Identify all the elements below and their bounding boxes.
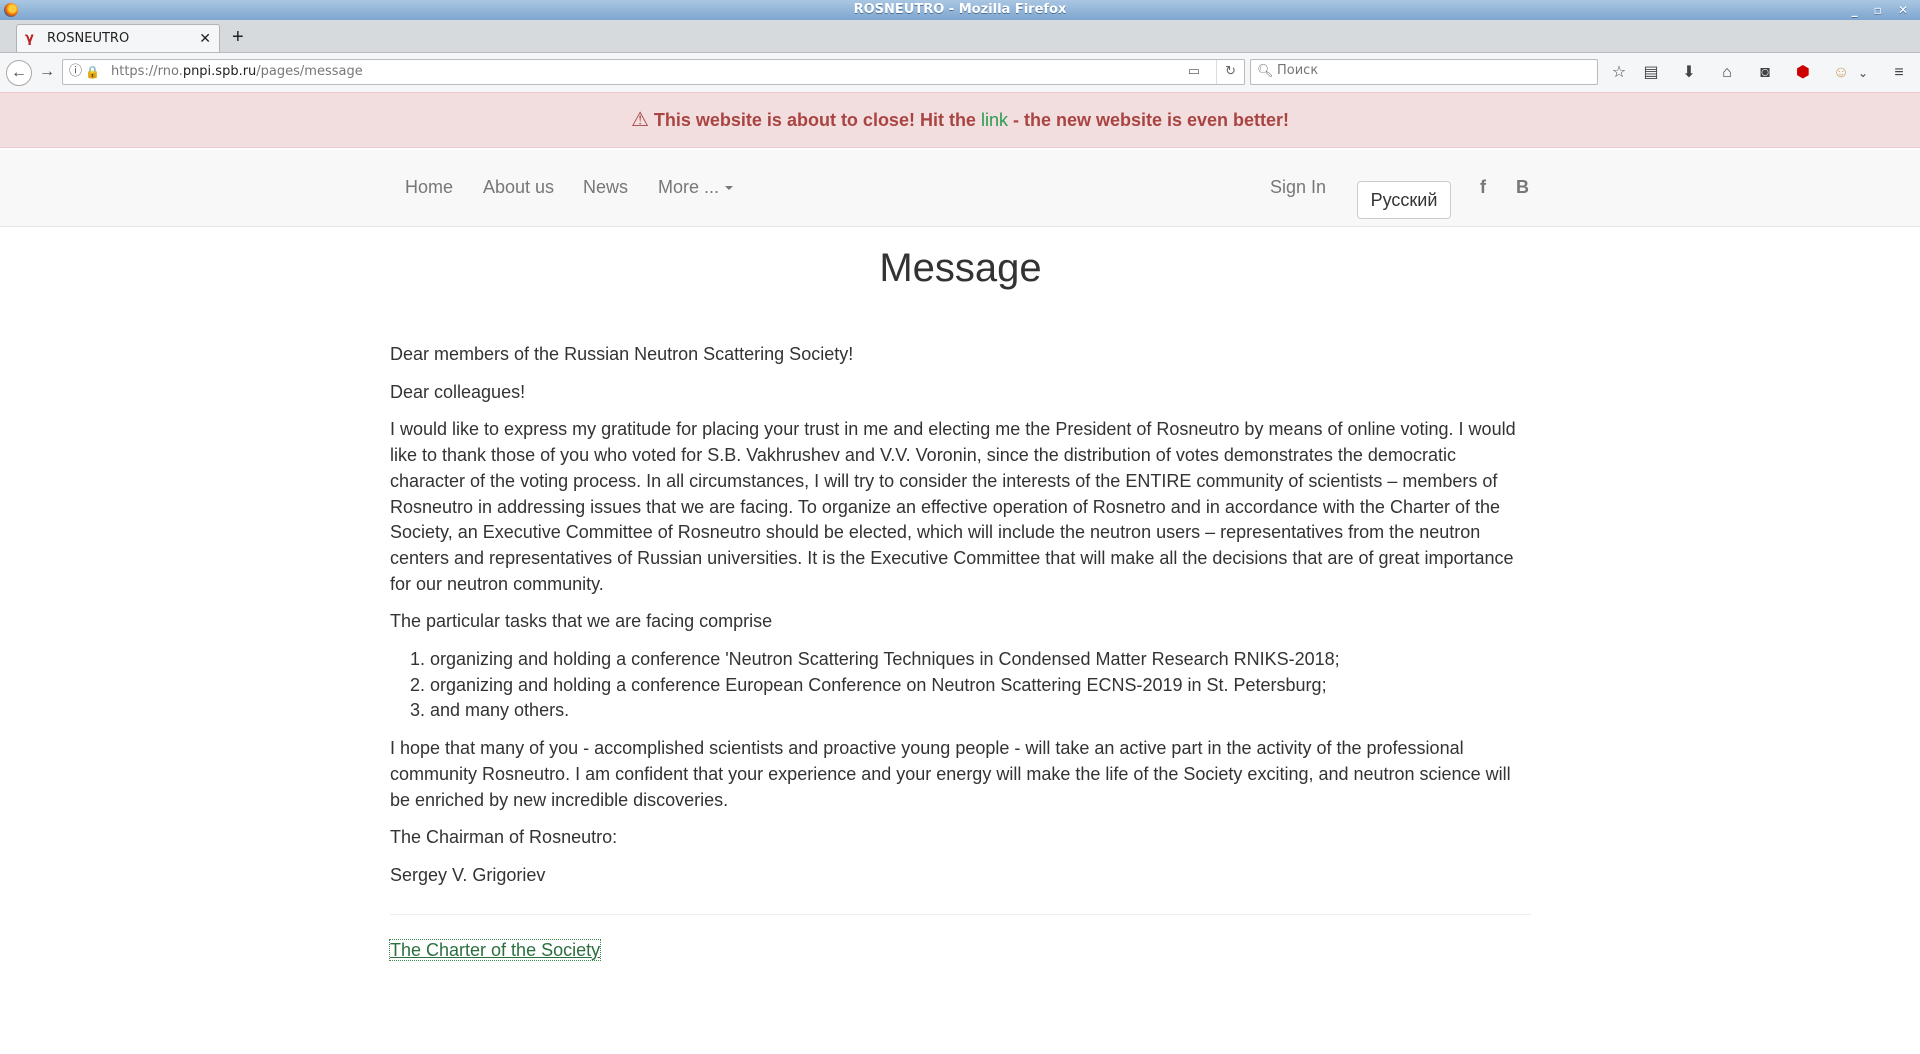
lock-icon[interactable]: 🔒 [85,60,100,84]
reload-icon[interactable]: ↻ [1216,60,1236,84]
nav-about-us[interactable]: About us [483,138,554,237]
nav-more-dropdown[interactable]: More ... [658,138,734,237]
reader-view-icon[interactable]: ▭ [1188,60,1200,84]
new-website-link[interactable]: link [981,110,1008,130]
back-button[interactable]: ← [6,60,32,86]
caret-down-icon [725,186,734,191]
facebook-icon[interactable]: f [1480,138,1486,237]
url-bar[interactable]: ⓘ 🔒 https://rno.pnpi.spb.ru/pages/messag… [62,59,1245,85]
message-paragraph-1: I would like to express my gratitude for… [390,419,1516,594]
search-input[interactable] [1275,62,1579,79]
browser-tab[interactable]: γ ROSNEUTRO ✕ [16,24,220,52]
close-tab-icon[interactable]: ✕ [199,25,211,53]
site-navbar: Home About us News More ... Sign In Русс… [0,150,1920,227]
main-content: Message Dear members of the Russian Neut… [388,226,1531,961]
tasks-intro: The particular tasks that we are facing … [390,611,773,632]
alert-text-before: This website is about to close! Hit the [653,110,981,130]
tasks-list: organizing and holding a conference 'Neu… [390,647,1531,724]
site-favicon-icon: γ [25,31,34,46]
tab-strip: γ ROSNEUTRO ✕ + [0,20,1920,53]
window-controls[interactable]: _ ▫ ✕ [1851,0,1914,20]
nav-home[interactable]: Home [405,138,453,237]
list-item: organizing and holding a conference Euro… [430,673,1531,699]
sign-in-link[interactable]: Sign In [1270,138,1326,237]
new-tab-button[interactable]: + [232,24,244,50]
message-paragraph-2: I hope that many of you - accomplished s… [390,738,1511,810]
info-icon[interactable]: ⓘ [69,60,82,84]
nav-news[interactable]: News [583,138,628,237]
greeting-colleagues: Dear colleagues! [390,381,526,402]
tab-title: ROSNEUTRO [47,31,130,46]
home-icon[interactable]: ⌂ [1716,62,1738,84]
closing-alert-banner: ⚠ This website is about to close! Hit th… [0,92,1920,148]
search-bar[interactable]: 🔍︎ [1250,59,1598,85]
alert-text-after: - the new website is even better! [1007,110,1290,130]
list-item: organizing and holding a conference 'Neu… [430,647,1531,673]
forward-button[interactable]: → [36,61,58,83]
bookmark-star-icon[interactable]: ☆ [1608,62,1630,84]
downloads-icon[interactable]: ⬇ [1678,62,1700,84]
pocket-icon[interactable]: ◙ [1754,62,1776,84]
url-text[interactable]: https://rno.pnpi.spb.ru/pages/message [111,60,363,84]
chevron-down-icon[interactable]: ⌄ [1852,62,1874,84]
charter-link[interactable]: The Charter of the Society [388,938,602,961]
warning-icon: ⚠ [630,109,649,131]
signature-role: The Chairman of Rosneutro: [390,827,618,848]
search-icon: 🔍︎ [1257,64,1274,79]
ublock-icon[interactable]: ⬢ [1792,62,1814,84]
window-titlebar: ROSNEUTRO - Mozilla Firefox _ ▫ ✕ [0,0,1920,20]
window-title: ROSNEUTRO - Mozilla Firefox [853,2,1067,17]
signature-name: Sergey V. Grigoriev [390,864,546,885]
nav-more-label: More ... [658,177,720,197]
language-button[interactable]: Русский [1357,181,1451,219]
extension-icon[interactable]: ☺ [1830,62,1852,84]
page-title: Message [879,246,1042,290]
list-item: and many others. [430,698,1531,724]
navigation-toolbar: ← → ⓘ 🔒 https://rno.pnpi.spb.ru/pages/me… [0,53,1920,93]
bookmarks-menu-icon[interactable]: ▤ [1640,62,1662,84]
divider [390,913,1531,915]
firefox-logo-icon [4,3,18,17]
vkontakte-icon[interactable]: B [1516,138,1529,237]
menu-hamburger-icon[interactable]: ≡ [1888,62,1910,84]
greeting-members: Dear members of the Russian Neutron Scat… [390,344,854,364]
